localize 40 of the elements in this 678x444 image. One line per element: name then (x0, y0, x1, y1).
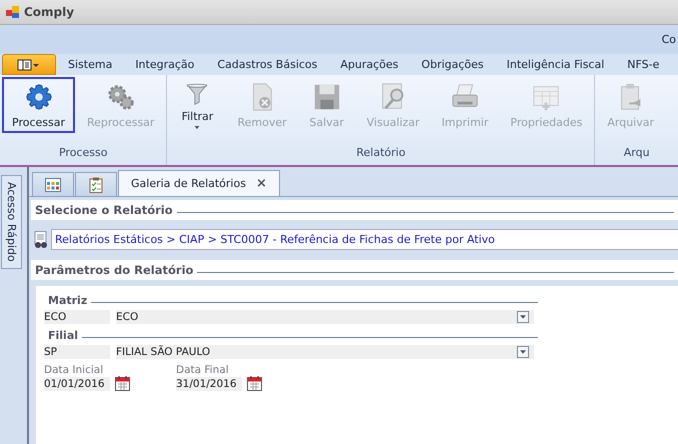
app-menu-button[interactable] (2, 54, 56, 75)
report-path-field[interactable]: Relatórios Estáticos > CIAP > STC0007 - Referência de Fichas de Frete por Ativo (51, 229, 678, 250)
ribbon-button[interactable]: Processar (2, 77, 75, 133)
menu-tab[interactable]: Cadastros Básicos (205, 54, 328, 75)
document-binoculars-icon (33, 230, 49, 248)
menu-tab[interactable]: Sistema (56, 54, 124, 75)
ribbon-button[interactable]: Filtrar (169, 77, 226, 133)
menu-tab[interactable]: Inteligência Fiscal (494, 54, 616, 75)
ribbon-group-label: Processo (58, 145, 108, 161)
date-label: Data Final (176, 364, 230, 376)
name-combo-field[interactable]: FILIAL SÃO PAULO (116, 345, 534, 359)
band-text: Co (662, 33, 676, 46)
layout-menu-icon (17, 58, 41, 70)
document-tab[interactable] (75, 172, 117, 196)
calendar-icon[interactable] (115, 376, 130, 391)
document-tab[interactable]: Galeria de Relatórios × (118, 170, 280, 196)
date-field[interactable]: 31/01/2016 (176, 376, 242, 390)
document-tab[interactable] (32, 172, 74, 196)
side-tab[interactable]: Acesso Rápido (1, 175, 22, 269)
code-field[interactable]: ECO (44, 310, 110, 324)
group-title: Matriz (48, 294, 88, 307)
ribbon-group-label: Arqu (622, 145, 651, 161)
grid-icon (45, 176, 61, 192)
section-title: Parâmetros do Relatório (35, 263, 194, 277)
name-combo-field[interactable]: ECO (116, 310, 534, 324)
menu-tab[interactable]: Apurações (328, 54, 410, 75)
app-logo-icon (6, 5, 20, 19)
close-icon[interactable]: × (256, 176, 267, 191)
date-label: Data Inicial (44, 364, 104, 376)
group-title: Filial (48, 329, 78, 342)
date-field[interactable]: 01/01/2016 (44, 376, 110, 390)
calendar-icon[interactable] (247, 376, 262, 391)
window-title: Comply (24, 5, 74, 19)
menu-tab[interactable]: Obrigações (409, 54, 495, 75)
checklist-icon (88, 176, 104, 192)
code-field[interactable]: SP (44, 345, 110, 359)
ribbon-group-label: Relatório (355, 145, 406, 161)
menu-tab[interactable]: Integração (123, 54, 206, 75)
section-title: Selecione o Relatório (35, 203, 173, 217)
menu-tab[interactable]: NFS-e (615, 54, 670, 75)
